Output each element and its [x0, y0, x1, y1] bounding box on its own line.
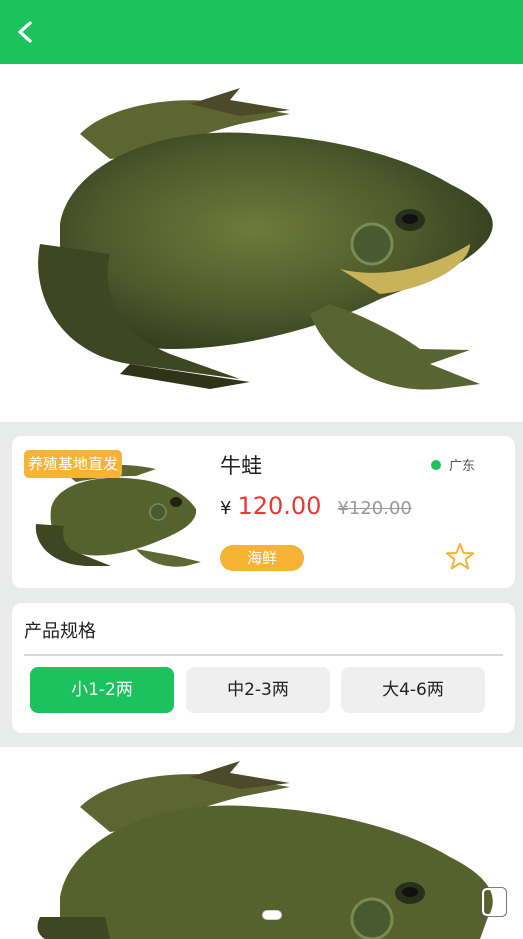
star-outline-icon	[446, 543, 474, 570]
product-info-card: 养殖基地直发 牛蛙 广东 ¥ 120.00 ¥120.00 海鲜	[12, 436, 515, 588]
original-price: ¥120.00	[337, 498, 412, 519]
spec-option-large[interactable]: 大4-6两	[341, 667, 485, 713]
floating-window-button[interactable]	[480, 886, 510, 918]
bullfrog-detail-image	[37, 761, 493, 939]
region-label: 广东	[431, 455, 475, 474]
bullfrog-image	[38, 88, 493, 390]
price-row: ¥ 120.00 ¥120.00	[220, 492, 412, 520]
product-detail-image[interactable]	[0, 747, 523, 939]
divider	[24, 654, 503, 656]
origin-tag: 养殖基地直发	[24, 450, 123, 478]
category-badge: 海鲜	[220, 545, 304, 571]
spec-card: 产品规格 小1-2两 中2-3两 大4-6两	[12, 603, 515, 733]
favorite-button[interactable]	[445, 542, 475, 572]
region-text: 广东	[449, 459, 476, 474]
spec-option-small[interactable]: 小1-2两	[30, 667, 174, 713]
location-dot-icon	[431, 459, 441, 470]
current-price: 120.00	[237, 492, 322, 520]
back-button[interactable]	[10, 16, 42, 48]
spec-option-medium[interactable]: 中2-3两	[186, 667, 330, 713]
chevron-left-icon	[18, 21, 32, 43]
spec-section-title: 产品规格	[24, 621, 96, 642]
product-title: 牛蛙	[220, 454, 262, 478]
currency-symbol: ¥	[220, 498, 232, 519]
product-hero-image[interactable]	[0, 64, 523, 422]
top-app-bar	[0, 0, 523, 64]
page-indicator	[262, 910, 282, 920]
floating-window-icon	[481, 887, 507, 917]
